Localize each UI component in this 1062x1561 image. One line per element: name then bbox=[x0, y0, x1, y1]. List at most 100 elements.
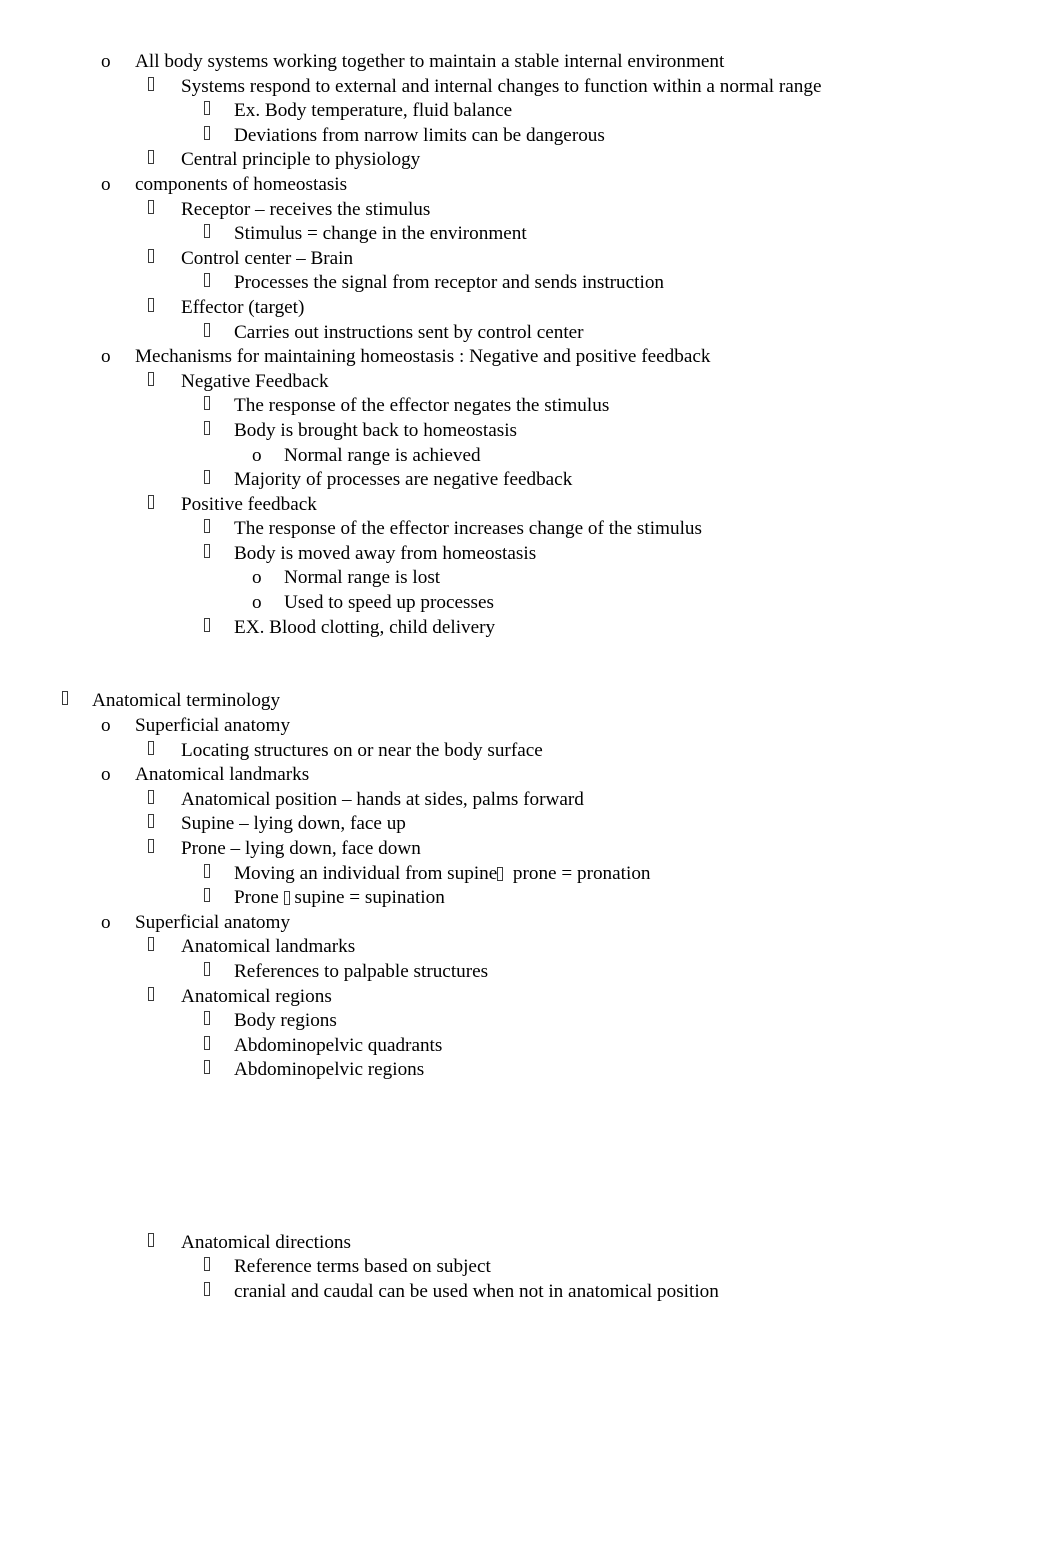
missing-glyph-box bbox=[204, 420, 210, 435]
bullet-tofu-icon bbox=[204, 542, 234, 567]
outline-item: The response of the effector increases c… bbox=[0, 517, 1062, 542]
bullet-tofu-icon bbox=[148, 75, 181, 100]
outline-item-label: Carries out instructions sent by control… bbox=[234, 321, 584, 343]
missing-glyph-box bbox=[204, 1281, 210, 1296]
missing-glyph-box bbox=[148, 789, 154, 804]
outline-item: o All body systems working together to ma… bbox=[0, 50, 1062, 75]
bullet-tofu-icon bbox=[204, 862, 234, 887]
bullet-tofu-icon bbox=[148, 812, 181, 837]
inline-missing-glyph-box bbox=[283, 891, 290, 906]
outline-item-label: Body is moved away from homeostasis bbox=[234, 542, 537, 564]
inline-missing-glyph-box bbox=[497, 866, 504, 881]
outline-item: Body regions bbox=[0, 1009, 1062, 1034]
bullet-tofu-icon bbox=[204, 468, 234, 493]
outline-item: o Used to speed up processes bbox=[0, 591, 1062, 616]
missing-glyph-box bbox=[62, 691, 68, 706]
bullet-o-glyph: o bbox=[101, 715, 111, 737]
outline-item: Body is moved away from homeostasis bbox=[0, 542, 1062, 567]
outline-item: o components of homeostasis bbox=[0, 173, 1062, 198]
outline-item: Locating structures on or near the body … bbox=[0, 739, 1062, 764]
outline-item-label: Prone supine = supination bbox=[234, 886, 445, 911]
bullet-o-glyph: o bbox=[101, 346, 111, 368]
outline-item-label: Effector (target) bbox=[181, 296, 305, 318]
missing-glyph-box bbox=[148, 494, 154, 509]
outline-item-label: Abdominopelvic quadrants bbox=[234, 1034, 443, 1056]
missing-glyph-box bbox=[148, 1232, 154, 1247]
bullet-tofu-icon bbox=[148, 1231, 181, 1256]
outline-item: Anatomical terminology bbox=[0, 689, 1062, 714]
outline-item-label: Systems respond to external and internal… bbox=[181, 75, 822, 97]
outline-item: EX. Blood clotting, child delivery bbox=[0, 616, 1062, 641]
outline-item: Abdominopelvic quadrants bbox=[0, 1034, 1062, 1059]
missing-glyph-box bbox=[204, 1257, 210, 1272]
outline-item: o Superficial anatomy bbox=[0, 714, 1062, 739]
bullet-tofu-icon bbox=[204, 321, 234, 346]
outline-item: o Anatomical landmarks bbox=[0, 763, 1062, 788]
outline-item: Majority of processes are negative feedb… bbox=[0, 468, 1062, 493]
outline-item: o Mechanisms for maintaining homeostasis … bbox=[0, 345, 1062, 370]
missing-glyph-box bbox=[204, 961, 210, 976]
bullet-tofu-icon bbox=[204, 1034, 234, 1059]
outline-item: Ex. Body temperature, fluid balance bbox=[0, 99, 1062, 124]
outline-item: Prone supine = supination bbox=[0, 886, 1062, 911]
outline-item-label: All body systems working together to mai… bbox=[135, 51, 725, 72]
missing-glyph-box bbox=[148, 76, 154, 91]
outline-item: Systems respond to external and internal… bbox=[0, 75, 1062, 100]
bullet-tofu-icon bbox=[204, 517, 234, 542]
outline-item-label: Stimulus = change in the environment bbox=[234, 223, 527, 245]
outline-item-label: Prone – lying down, face down bbox=[181, 838, 421, 859]
bullet-tofu-icon bbox=[148, 247, 181, 272]
bullet-o-glyph: o bbox=[252, 567, 262, 589]
outline-item: cranial and caudal can be used when not … bbox=[0, 1280, 1062, 1305]
bullet-o-glyph: o bbox=[252, 444, 262, 466]
outline-item: Processes the signal from receptor and s… bbox=[0, 271, 1062, 296]
bullet-tofu-icon bbox=[148, 739, 181, 764]
bullet-o-glyph: o bbox=[101, 764, 111, 786]
outline-item-label: Used to speed up processes bbox=[284, 592, 494, 614]
bullet-tofu-icon bbox=[204, 271, 234, 296]
outline-item: Anatomical landmarks bbox=[0, 935, 1062, 960]
document-page: o All body systems working together to ma… bbox=[0, 0, 1062, 1561]
outline-item-label: The response of the effector increases c… bbox=[234, 518, 702, 540]
bullet-tofu-icon bbox=[204, 1058, 234, 1083]
bullet-o-glyph: o bbox=[101, 173, 111, 195]
outline-item-label: Central principle to physiology bbox=[181, 149, 421, 171]
outline-item-label: References to palpable structures bbox=[234, 960, 489, 982]
bullet-tofu-icon bbox=[204, 124, 234, 149]
outline-item: Body is brought back to homeostasis bbox=[0, 419, 1062, 444]
missing-glyph-box bbox=[204, 1011, 210, 1026]
outline-item: Anatomical regions bbox=[0, 985, 1062, 1010]
outline-item: Control center – Brain bbox=[0, 247, 1062, 272]
outline-item-label: Anatomical landmarks bbox=[181, 936, 356, 958]
outline-item-label: Positive feedback bbox=[181, 493, 317, 515]
outline-item: Anatomical directions bbox=[0, 1231, 1062, 1256]
outline-item: References to palpable structures bbox=[0, 960, 1062, 985]
outline-item-label: Receptor – receives the stimulus bbox=[181, 198, 431, 220]
bullet-o-icon: o bbox=[252, 444, 284, 469]
bullet-o-icon: o bbox=[101, 173, 135, 198]
outline-item: The response of the effector negates the… bbox=[0, 394, 1062, 419]
outline-item: Central principle to physiology bbox=[0, 148, 1062, 173]
outline-item-label: Ex. Body temperature, fluid balance bbox=[234, 100, 513, 122]
bullet-tofu-icon bbox=[148, 985, 181, 1010]
missing-glyph-box bbox=[204, 396, 210, 411]
outline-item-label: Anatomical landmarks bbox=[135, 764, 310, 786]
section-gap-2 bbox=[0, 1083, 1062, 1231]
outline-item-text-run: supine = supination bbox=[289, 887, 445, 909]
outline-item-label: Locating structures on or near the body … bbox=[181, 739, 543, 761]
bullet-tofu-icon bbox=[148, 198, 181, 223]
outline-item-label: Abdominopelvic regions bbox=[234, 1059, 425, 1081]
outline-item-label: Body is brought back to homeostasis bbox=[234, 419, 517, 441]
missing-glyph-box bbox=[204, 1060, 210, 1075]
missing-glyph-box bbox=[204, 470, 210, 485]
outline-item: Stimulus = change in the environment bbox=[0, 222, 1062, 247]
bullet-o-icon: o bbox=[101, 345, 135, 370]
missing-glyph-box bbox=[204, 322, 210, 337]
outline-item: Positive feedback bbox=[0, 493, 1062, 518]
outline-item: o Normal range is achieved bbox=[0, 444, 1062, 469]
missing-glyph-box bbox=[204, 273, 210, 288]
bullet-tofu-icon bbox=[148, 935, 181, 960]
outline-item-label: Control center – Brain bbox=[181, 247, 354, 269]
outline-item-label: Anatomical regions bbox=[181, 985, 332, 1007]
bullet-tofu-icon bbox=[148, 370, 181, 395]
